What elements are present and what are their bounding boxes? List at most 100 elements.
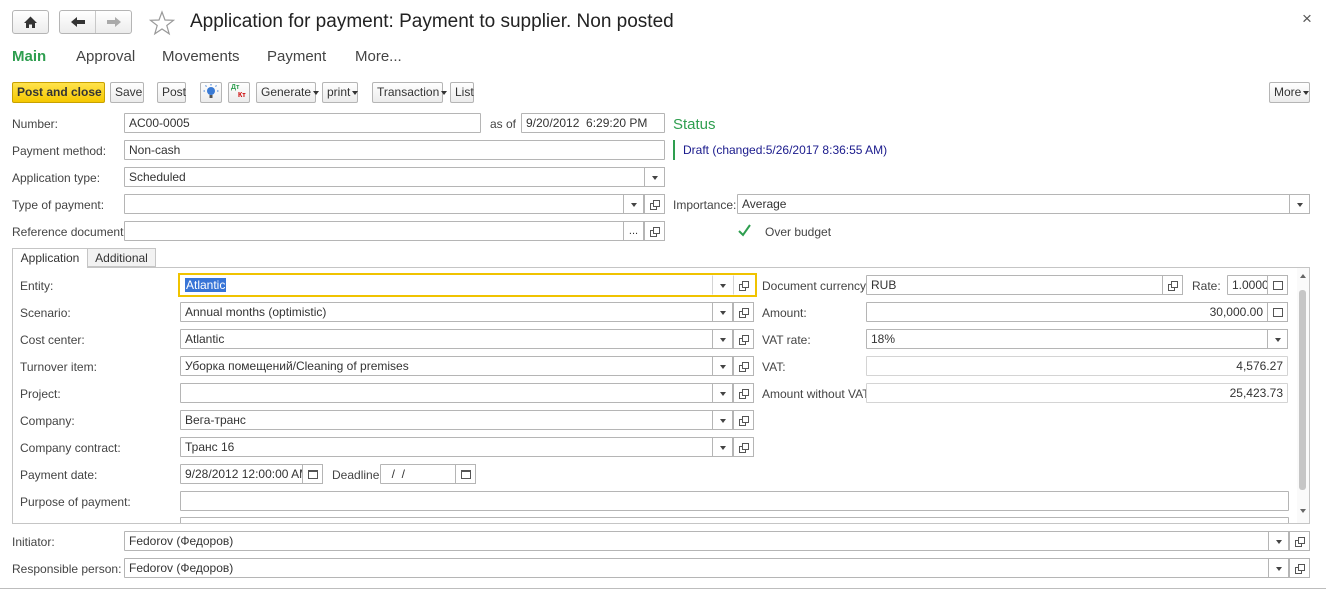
rate-calculator-icon[interactable]: [1267, 275, 1288, 295]
type-of-payment-open-button[interactable]: [644, 194, 665, 214]
over-budget-checkbox[interactable]: [737, 223, 752, 238]
reference-document-open-button[interactable]: [644, 221, 665, 241]
importance-field[interactable]: Average: [737, 194, 1290, 214]
dt-kt-button[interactable]: Дт Кт: [228, 82, 250, 103]
responsible-person-dropdown[interactable]: [1268, 558, 1289, 578]
document-currency-field[interactable]: RUB: [866, 275, 1163, 295]
turnover-item-open-button[interactable]: [733, 356, 754, 376]
transaction-button[interactable]: Transaction: [372, 82, 448, 103]
turnover-item-dropdown[interactable]: [712, 356, 733, 376]
as-of-label: as of: [490, 117, 517, 131]
tab-main[interactable]: Main: [12, 48, 46, 65]
favorite-star-icon[interactable]: [149, 10, 175, 36]
reference-document-field[interactable]: [124, 221, 624, 241]
list-button[interactable]: List: [450, 82, 474, 103]
initiator-label: Initiator:: [12, 535, 55, 549]
entity-open-button[interactable]: [733, 275, 754, 295]
importance-dropdown[interactable]: [1289, 194, 1310, 214]
scroll-down-arrow-icon[interactable]: [1300, 509, 1306, 513]
status-badge: Draft (changed:5/26/2017 8:36:55 AM): [673, 140, 887, 160]
company-contract-open-button[interactable]: [733, 437, 754, 457]
payment-date-field[interactable]: 9/28/2012 12:00:00 AM: [180, 464, 303, 484]
responsible-person-open-button[interactable]: [1289, 558, 1310, 578]
tab-additional[interactable]: Additional: [88, 248, 156, 267]
type-of-payment-field[interactable]: [124, 194, 624, 214]
tab-payment[interactable]: Payment: [267, 48, 326, 65]
initiator-field[interactable]: Fedorov (Федоров): [124, 531, 1269, 551]
project-open-button[interactable]: [733, 383, 754, 403]
initiator-open-button[interactable]: [1289, 531, 1310, 551]
rate-field[interactable]: 1.0000: [1227, 275, 1268, 295]
rate-label: Rate:: [1192, 279, 1221, 293]
amount-label: Amount:: [762, 306, 807, 320]
idea-button[interactable]: [200, 82, 222, 103]
application-type-field[interactable]: Scheduled: [124, 167, 645, 187]
document-currency-open-button[interactable]: [1162, 275, 1183, 295]
date-field[interactable]: 9/20/2012 6:29:20 PM: [521, 113, 665, 133]
type-of-payment-dropdown[interactable]: [623, 194, 644, 214]
vat-rate-field[interactable]: 18%: [866, 329, 1268, 349]
history-nav: [59, 10, 132, 34]
amount-calculator-icon[interactable]: [1267, 302, 1288, 322]
tab-application[interactable]: Application: [12, 248, 88, 268]
company-dropdown[interactable]: [712, 410, 733, 430]
window-title: Application for payment: Payment to supp…: [190, 11, 674, 32]
vat-field: 4,576.27: [866, 356, 1288, 376]
deadline-field[interactable]: / /: [380, 464, 456, 484]
company-label: Company:: [20, 414, 75, 428]
checkmark-icon: [738, 224, 751, 237]
entity-field[interactable]: Atlantic: [180, 275, 713, 295]
number-label: Number:: [12, 117, 59, 131]
reference-document-select-button[interactable]: ...: [623, 221, 644, 241]
bottom-divider: [0, 588, 1326, 589]
more-actions-button[interactable]: More: [1269, 82, 1310, 103]
turnover-item-field[interactable]: Уборка помещений/Cleaning of premises: [180, 356, 713, 376]
tab-more[interactable]: More...: [355, 48, 402, 65]
payment-date-calendar-icon[interactable]: [302, 464, 323, 484]
print-button[interactable]: print: [322, 82, 359, 103]
tab-approval[interactable]: Approval: [76, 48, 135, 65]
company-open-button[interactable]: [733, 410, 754, 430]
cost-center-label: Cost center:: [20, 333, 85, 347]
initiator-dropdown[interactable]: [1268, 531, 1289, 551]
save-button[interactable]: Save: [110, 82, 144, 103]
home-button[interactable]: [12, 10, 49, 34]
cost-center-dropdown[interactable]: [712, 329, 733, 349]
project-field[interactable]: [180, 383, 713, 403]
scenario-open-button[interactable]: [733, 302, 754, 322]
purpose-of-payment-field[interactable]: [180, 491, 1289, 511]
entity-dropdown[interactable]: [712, 275, 733, 295]
scrollbar-thumb[interactable]: [1299, 290, 1306, 490]
chevron-down-icon: [313, 90, 320, 95]
company-contract-dropdown[interactable]: [712, 437, 733, 457]
cost-center-field[interactable]: Atlantic: [180, 329, 713, 349]
company-contract-field[interactable]: Транс 16: [180, 437, 713, 457]
number-field[interactable]: AC00-0005: [124, 113, 481, 133]
vat-rate-dropdown[interactable]: [1267, 329, 1288, 349]
scenario-field[interactable]: Annual months (optimistic): [180, 302, 713, 322]
post-and-close-button[interactable]: Post and close: [12, 82, 105, 103]
reference-document-label: Reference document:: [12, 225, 127, 239]
panel-scrollbar[interactable]: [1297, 268, 1309, 523]
scroll-up-arrow-icon[interactable]: [1300, 274, 1306, 278]
responsible-person-field[interactable]: Fedorov (Федоров): [124, 558, 1269, 578]
back-button[interactable]: [60, 11, 96, 33]
forward-button[interactable]: [96, 11, 132, 33]
cost-center-open-button[interactable]: [733, 329, 754, 349]
more-label: More: [1274, 85, 1302, 99]
close-icon[interactable]: ×: [1302, 9, 1312, 29]
scenario-dropdown[interactable]: [712, 302, 733, 322]
tab-movements[interactable]: Movements: [162, 48, 240, 65]
payment-method-field[interactable]: Non-cash: [124, 140, 665, 160]
company-field[interactable]: Вега-транс: [180, 410, 713, 430]
generate-label: Generate: [261, 85, 312, 99]
dt-kt-icon: Дт Кт: [230, 83, 249, 102]
project-dropdown[interactable]: [712, 383, 733, 403]
post-button[interactable]: Post: [157, 82, 186, 103]
transaction-label: Transaction: [377, 85, 440, 99]
application-type-dropdown[interactable]: [644, 167, 665, 187]
deadline-calendar-icon[interactable]: [455, 464, 476, 484]
next-field-partial[interactable]: [180, 517, 1289, 523]
generate-button[interactable]: Generate: [256, 82, 320, 103]
amount-field[interactable]: 30,000.00: [866, 302, 1268, 322]
